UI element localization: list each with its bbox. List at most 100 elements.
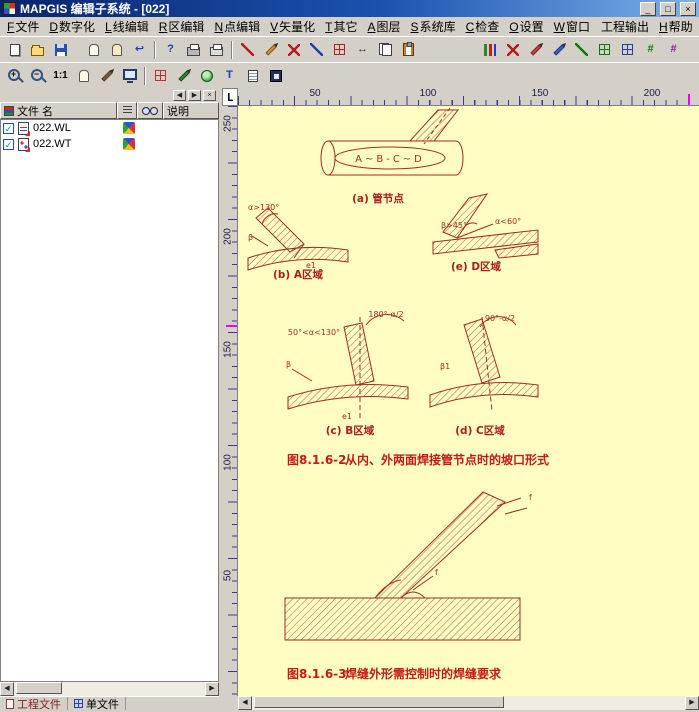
hash-green-button[interactable]: #	[639, 39, 662, 60]
delete-x-button[interactable]	[501, 39, 524, 60]
print-preview-button[interactable]	[205, 39, 228, 60]
menu-item-area-edit[interactable]: R区编辑	[154, 16, 210, 37]
scroll-track[interactable]	[14, 682, 205, 696]
scroll-left-button[interactable]: ◀	[238, 696, 252, 710]
tab-single-file[interactable]: 单文件	[68, 697, 126, 711]
app-window-button[interactable]	[264, 65, 287, 86]
menu-item-line-edit[interactable]: L线编辑	[100, 16, 154, 37]
monitor-icon	[122, 68, 137, 83]
menu-item-digitize[interactable]: D数字化	[44, 16, 100, 37]
vertical-ruler: 250 200 150 100 50	[222, 106, 238, 696]
text-label-button[interactable]: T	[218, 65, 241, 86]
menu-label: 文件	[15, 20, 40, 34]
undo-button[interactable]: ↩	[128, 39, 151, 60]
single-file-icon	[74, 699, 83, 708]
open-project-button[interactable]	[26, 39, 49, 60]
zoom-out-button[interactable]: −	[26, 65, 49, 86]
menu-item-project-output[interactable]: 工程输出	[595, 16, 654, 37]
ruler-number: 150	[222, 341, 234, 358]
menu-item-other[interactable]: T其它	[320, 16, 362, 37]
menu-item-help[interactable]: H帮助	[654, 16, 698, 37]
file-row-022-wt[interactable]: ✓ 022.WT	[1, 136, 218, 152]
draw-polyline-button[interactable]	[236, 39, 259, 60]
globe-icon	[200, 69, 213, 82]
browse-globe-button[interactable]	[195, 65, 218, 86]
cut-line-button[interactable]	[282, 39, 305, 60]
zoom-1-1-button[interactable]: 1:1	[49, 65, 72, 86]
menu-item-window[interactable]: W窗口	[549, 16, 595, 37]
paste-button[interactable]	[397, 39, 420, 60]
print-preview-icon	[210, 44, 223, 56]
full-screen-display-button[interactable]	[118, 65, 141, 86]
main-area: ◀ ▶ × 文件 名 说明 ✓ 022.WL ✓ 022.WT ◀ ▶ 工程文件…	[0, 88, 699, 711]
edit-line-button[interactable]	[259, 39, 282, 60]
panel-scroll-left-button[interactable]: ◀	[173, 89, 186, 101]
move-tool-button[interactable]: ↔	[351, 39, 374, 60]
link-line-button[interactable]	[305, 39, 328, 60]
annotation: α>130°	[248, 203, 279, 212]
app-window-icon	[269, 69, 282, 82]
edit-state-icon[interactable]	[123, 122, 135, 134]
zoom-in-button[interactable]: +	[3, 65, 26, 86]
note-edit-button[interactable]	[241, 65, 264, 86]
column-header-filename[interactable]: 文件 名	[0, 102, 117, 119]
scroll-thumb[interactable]	[254, 696, 504, 708]
save-button[interactable]	[49, 39, 72, 60]
copy-button[interactable]	[374, 39, 397, 60]
map-canvas[interactable]: A~B-C~D (a) 管节点 α>130° β e1 (b) A区域 β>45…	[238, 106, 699, 696]
ruler-corner[interactable]: L	[222, 88, 238, 106]
file-row-022-wl[interactable]: ✓ 022.WL	[1, 120, 218, 136]
tab-project-file[interactable]: 工程文件	[0, 697, 68, 711]
pan-button[interactable]	[72, 65, 95, 86]
measure-line-button[interactable]	[570, 39, 593, 60]
menu-item-point-edit[interactable]: N点编辑	[209, 16, 265, 37]
grid-edit-green-button[interactable]	[593, 39, 616, 60]
menu-item-settings[interactable]: O设置	[504, 16, 548, 37]
update-window-button[interactable]	[149, 65, 172, 86]
horizontal-ruler: 50 100 150 200	[238, 88, 699, 106]
sort-button[interactable]	[117, 102, 137, 119]
close-button[interactable]: ×	[680, 1, 696, 16]
menu-item-syslib[interactable]: S系统库	[406, 16, 461, 37]
context-help-button[interactable]: ?	[159, 39, 182, 60]
menu-item-vectorize[interactable]: V矢量化	[265, 16, 320, 37]
checkbox-022-wl[interactable]: ✓	[3, 122, 14, 134]
figure-caption-1-text: 从内、外两面焊接管节点时的坡口形式	[345, 452, 549, 467]
scroll-left-button[interactable]: ◀	[0, 682, 14, 696]
scroll-right-button[interactable]: ▶	[205, 682, 219, 696]
panel-close-button[interactable]: ×	[203, 89, 216, 101]
menu-item-file[interactable]: F文件	[2, 16, 44, 37]
figure-caption-2-number: 图8.1.6-3	[287, 667, 347, 681]
print-button[interactable]	[182, 39, 205, 60]
visibility-button[interactable]	[137, 102, 163, 119]
menu-item-layer[interactable]: A图层	[363, 16, 406, 37]
scroll-right-button[interactable]: ▶	[685, 696, 699, 710]
browse-tool-button[interactable]	[105, 39, 128, 60]
column-header-description[interactable]: 说明	[163, 102, 219, 119]
canvas-area: L 50 100 150 200 250 200 150 100 50 A~B-…	[222, 88, 699, 710]
v-ruler-cursor-marker	[226, 325, 237, 327]
scroll-thumb[interactable]	[16, 682, 62, 694]
redraw-button[interactable]	[95, 65, 118, 86]
cut-cross-icon	[287, 43, 300, 56]
checkbox-022-wt[interactable]: ✓	[3, 138, 14, 150]
pencil-edit-button[interactable]	[524, 39, 547, 60]
node-edit-button[interactable]	[328, 39, 351, 60]
scroll-track[interactable]	[252, 696, 685, 710]
minimize-button[interactable]: _	[640, 1, 656, 16]
hash-purple-button[interactable]: #	[662, 39, 685, 60]
menu-item-check[interactable]: C检查	[461, 16, 505, 37]
pencil-attr-button[interactable]	[547, 39, 570, 60]
app-icon[interactable]	[3, 2, 16, 15]
pencil-green-button[interactable]	[172, 65, 195, 86]
layer-bars-button[interactable]	[478, 39, 501, 60]
edit-state-icon[interactable]	[123, 138, 135, 150]
panel-scroll-right-button[interactable]: ▶	[188, 89, 201, 101]
figure-b-region: 180°-α/2 50°<α<130° β e1 (c) B区域	[286, 310, 409, 437]
new-file-button[interactable]	[3, 39, 26, 60]
figure-weld-seam: f f	[284, 491, 532, 641]
grid-edit-blue-button[interactable]	[616, 39, 639, 60]
panel-titlebar: ◀ ▶ ×	[0, 88, 219, 102]
maximize-button[interactable]: □	[660, 1, 676, 16]
hand-tool-button[interactable]	[82, 39, 105, 60]
